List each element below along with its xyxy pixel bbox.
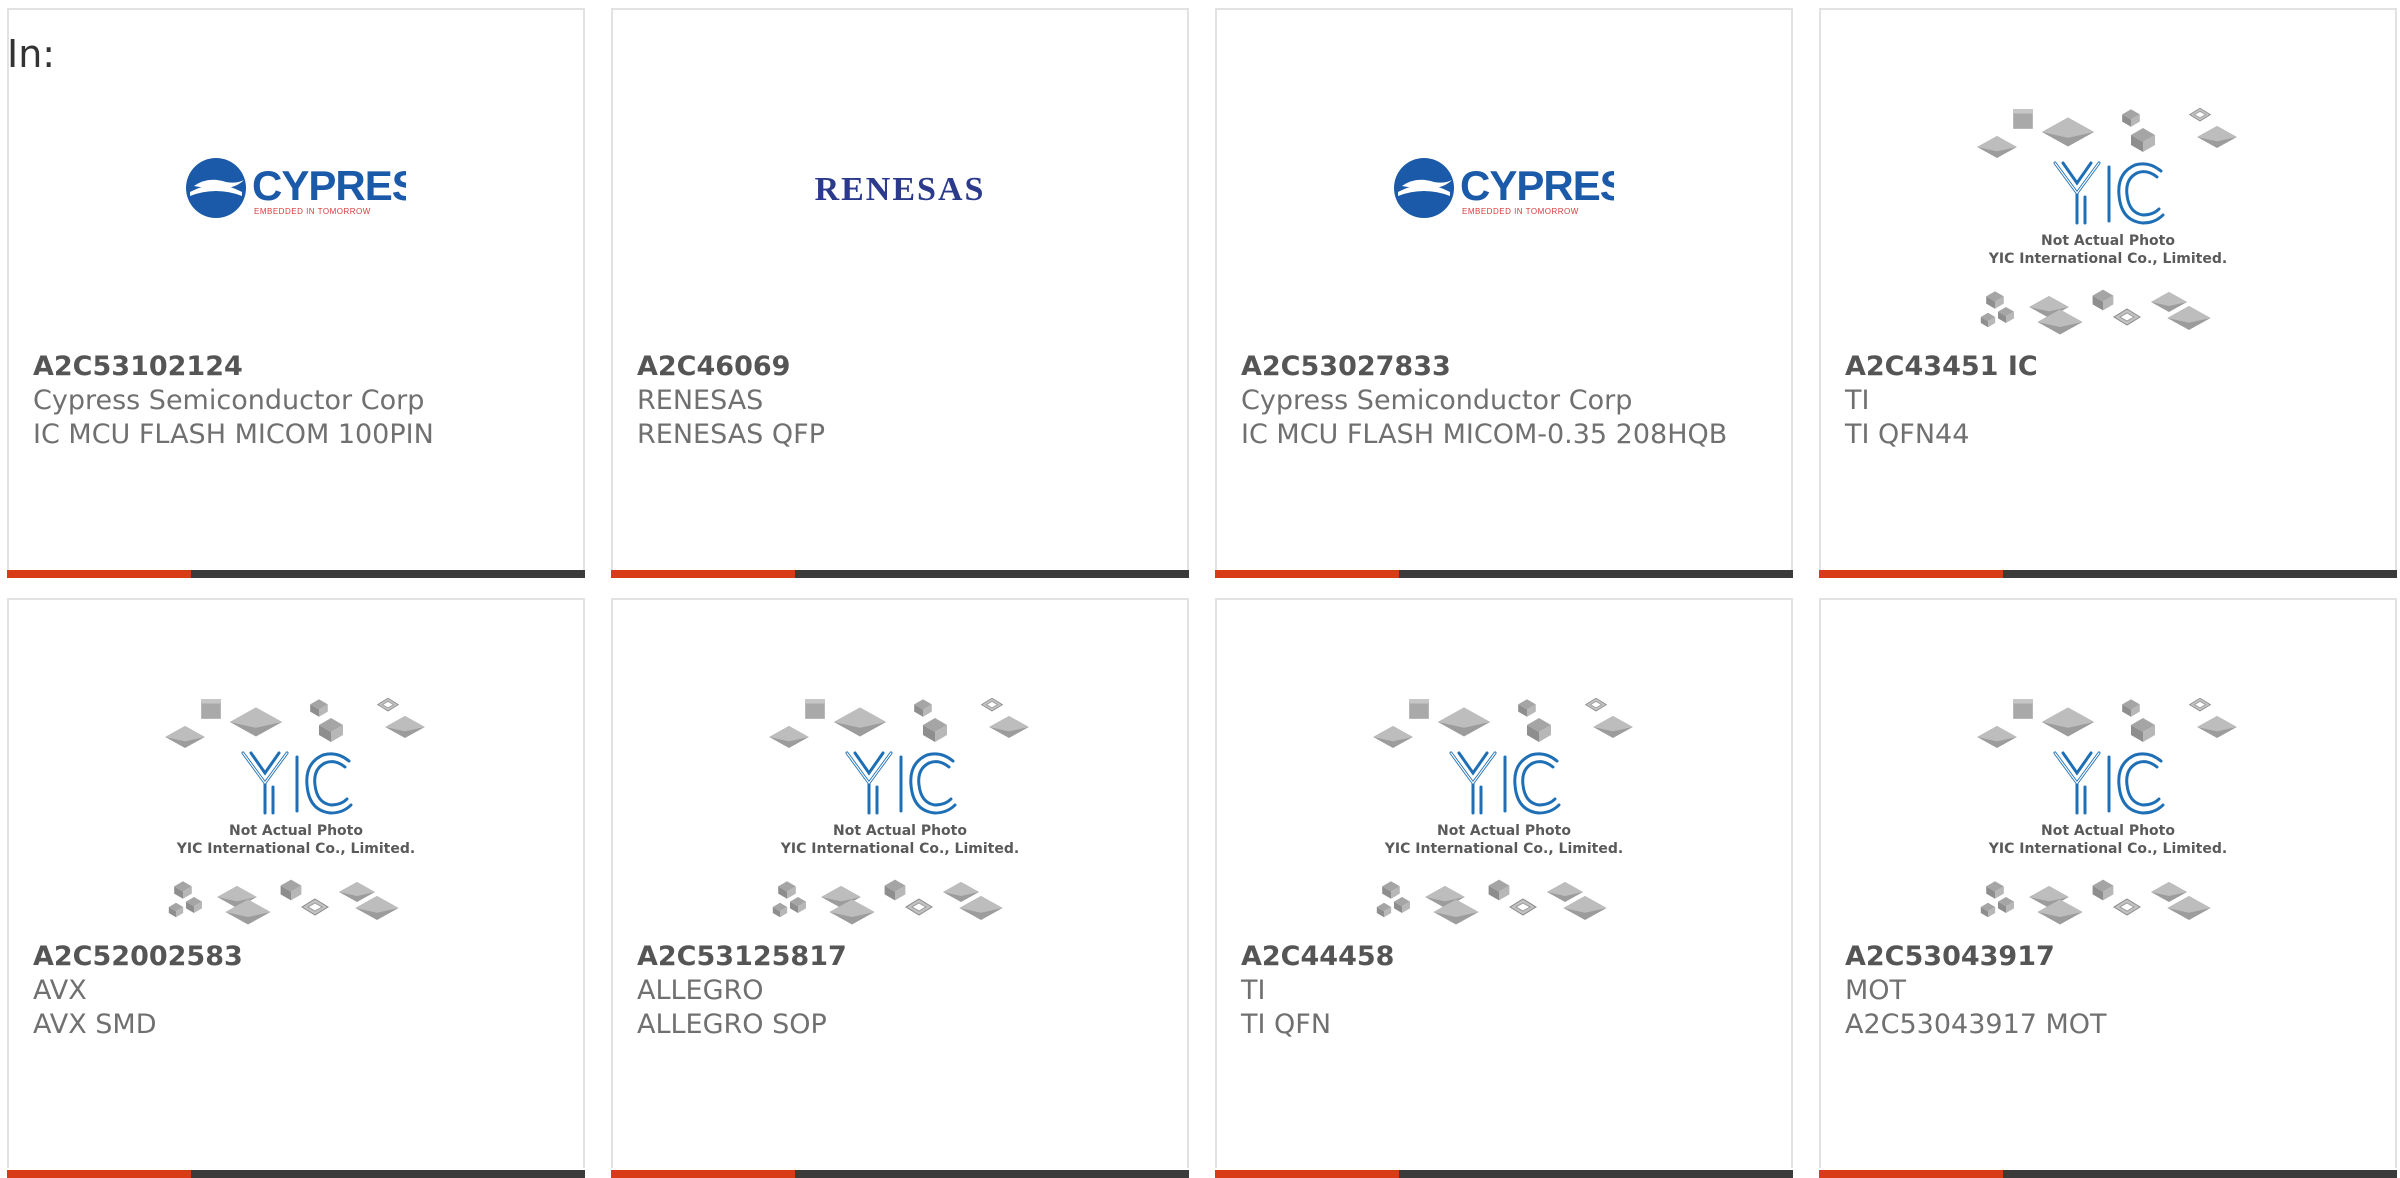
product-description: IC MCU FLASH MICOM-0.35 208HQB bbox=[1241, 419, 1728, 450]
renesas-brand-text: RENESAS bbox=[815, 171, 986, 208]
yic-placeholder-image: Not Actual Photo YIC International Co., … bbox=[9, 680, 583, 950]
renesas-logo: RENESAS bbox=[613, 100, 1187, 275]
card-footer-bar bbox=[7, 1170, 585, 1178]
card-footer-accent bbox=[7, 570, 191, 578]
yic-placeholder-icon: Not Actual Photo YIC International Co., … bbox=[769, 697, 1029, 925]
placeholder-caption-line2: YIC International Co., Limited. bbox=[1384, 841, 1623, 857]
placeholder-caption-line2: YIC International Co., Limited. bbox=[176, 841, 415, 857]
product-description: AVX SMD bbox=[33, 1009, 157, 1040]
card-footer-accent bbox=[1819, 1170, 2003, 1178]
product-part-number[interactable]: A2C44458 bbox=[1241, 940, 1771, 974]
renesas-logo-icon: RENESAS bbox=[815, 171, 986, 208]
card-footer-accent bbox=[611, 1170, 795, 1178]
product-manufacturer: Cypress Semiconductor Corp bbox=[33, 385, 425, 416]
product-part-number[interactable]: A2C53043917 bbox=[1845, 940, 2375, 974]
product-info: A2C52002583 AVX AVX SMD bbox=[33, 940, 563, 1042]
product-description: A2C53043917 MOT bbox=[1845, 1009, 2107, 1040]
filter-prefix-label: In: bbox=[7, 32, 56, 76]
card-footer-bar bbox=[1819, 570, 2397, 578]
product-description: TI QFN bbox=[1241, 1009, 1332, 1040]
product-info: A2C43451 IC TI TI QFN44 bbox=[1845, 350, 2375, 452]
yic-placeholder-image: Not Actual Photo YIC International Co., … bbox=[613, 680, 1187, 950]
cypress-tagline-text: EMBEDDED IN TOMORROW bbox=[254, 207, 371, 216]
product-part-number[interactable]: A2C53125817 bbox=[637, 940, 1167, 974]
placeholder-caption-line1: Not Actual Photo bbox=[1437, 823, 1571, 839]
product-description: TI QFN44 bbox=[1845, 419, 1970, 450]
product-manufacturer: TI bbox=[1845, 385, 1870, 416]
yic-placeholder-icon: Not Actual Photo YIC International Co., … bbox=[165, 697, 425, 925]
yic-logo-icon bbox=[241, 751, 353, 815]
placeholder-caption-line1: Not Actual Photo bbox=[833, 823, 967, 839]
placeholder-caption-line1: Not Actual Photo bbox=[229, 823, 363, 839]
product-card[interactable]: Not Actual Photo YIC International Co., … bbox=[1215, 598, 1793, 1178]
card-footer-accent bbox=[1215, 1170, 1399, 1178]
product-card[interactable]: Not Actual Photo YIC International Co., … bbox=[1819, 598, 2397, 1178]
placeholder-caption-line2: YIC International Co., Limited. bbox=[780, 841, 1019, 857]
product-card[interactable]: Not Actual Photo YIC International Co., … bbox=[7, 598, 585, 1178]
card-footer-accent bbox=[1819, 570, 2003, 578]
yic-placeholder-icon: Not Actual Photo YIC International Co., … bbox=[1977, 107, 2237, 335]
product-card[interactable]: Not Actual Photo YIC International Co., … bbox=[1819, 8, 2397, 578]
card-footer-bar bbox=[1215, 1170, 1793, 1178]
placeholder-caption-line1: Not Actual Photo bbox=[2041, 823, 2175, 839]
yic-logo-icon bbox=[1449, 751, 1561, 815]
card-footer-accent bbox=[611, 570, 795, 578]
product-part-number[interactable]: A2C53027833 bbox=[1241, 350, 1771, 384]
product-description: ALLEGRO SOP bbox=[637, 1009, 827, 1040]
card-footer-accent bbox=[1215, 570, 1399, 578]
placeholder-caption-line2: YIC International Co., Limited. bbox=[1988, 251, 2227, 267]
product-part-number[interactable]: A2C46069 bbox=[637, 350, 1167, 384]
cypress-tagline-text: EMBEDDED IN TOMORROW bbox=[1462, 207, 1579, 216]
product-card[interactable]: RENESAS A2C46069 RENESAS RENESAS QFP bbox=[611, 8, 1189, 578]
product-info: A2C53125817 ALLEGRO ALLEGRO SOP bbox=[637, 940, 1167, 1042]
cypress-brand-text: CYPRESS bbox=[252, 162, 406, 209]
card-footer-bar bbox=[7, 570, 585, 578]
yic-placeholder-image: Not Actual Photo YIC International Co., … bbox=[1821, 90, 2395, 360]
yic-placeholder-image: Not Actual Photo YIC International Co., … bbox=[1821, 680, 2395, 950]
product-description: RENESAS QFP bbox=[637, 419, 825, 450]
product-info: A2C53043917 MOT A2C53043917 MOT bbox=[1845, 940, 2375, 1042]
product-manufacturer: ALLEGRO bbox=[637, 975, 764, 1006]
card-footer-bar bbox=[611, 570, 1189, 578]
card-footer-bar bbox=[1819, 1170, 2397, 1178]
placeholder-caption-line2: YIC International Co., Limited. bbox=[1988, 841, 2227, 857]
cypress-logo-icon: CYPRESS EMBEDDED IN TOMORROW bbox=[1394, 157, 1614, 218]
product-manufacturer: AVX bbox=[33, 975, 87, 1006]
product-card[interactable]: CYPRESS EMBEDDED IN TOMORROW A2C53027833… bbox=[1215, 8, 1793, 578]
product-part-number[interactable]: A2C53102124 bbox=[33, 350, 563, 384]
yic-logo-icon bbox=[845, 751, 957, 815]
yic-logo-icon bbox=[2053, 161, 2165, 225]
placeholder-caption-line1: Not Actual Photo bbox=[2041, 233, 2175, 249]
product-info: A2C44458 TI TI QFN bbox=[1241, 940, 1771, 1042]
cypress-logo: CYPRESS EMBEDDED IN TOMORROW bbox=[9, 100, 583, 275]
yic-logo-icon bbox=[2053, 751, 2165, 815]
cypress-logo-icon: CYPRESS EMBEDDED IN TOMORROW bbox=[186, 157, 406, 218]
product-grid: CYPRESS EMBEDDED IN TOMORROW A2C53102124… bbox=[7, 8, 2400, 1178]
yic-placeholder-icon: Not Actual Photo YIC International Co., … bbox=[1977, 697, 2237, 925]
product-card[interactable]: Not Actual Photo YIC International Co., … bbox=[611, 598, 1189, 1178]
product-part-number[interactable]: A2C43451 IC bbox=[1845, 350, 2375, 384]
product-manufacturer: Cypress Semiconductor Corp bbox=[1241, 385, 1633, 416]
product-manufacturer: TI bbox=[1241, 975, 1266, 1006]
product-info: A2C53102124 Cypress Semiconductor Corp I… bbox=[33, 350, 563, 452]
yic-placeholder-icon: Not Actual Photo YIC International Co., … bbox=[1373, 697, 1633, 925]
card-footer-bar bbox=[1215, 570, 1793, 578]
card-footer-accent bbox=[7, 1170, 191, 1178]
product-manufacturer: RENESAS bbox=[637, 385, 764, 416]
product-card[interactable]: CYPRESS EMBEDDED IN TOMORROW A2C53102124… bbox=[7, 8, 585, 578]
cypress-logo: CYPRESS EMBEDDED IN TOMORROW bbox=[1217, 100, 1791, 275]
product-info: A2C53027833 Cypress Semiconductor Corp I… bbox=[1241, 350, 1771, 452]
product-part-number[interactable]: A2C52002583 bbox=[33, 940, 563, 974]
yic-placeholder-image: Not Actual Photo YIC International Co., … bbox=[1217, 680, 1791, 950]
product-description: IC MCU FLASH MICOM 100PIN bbox=[33, 419, 434, 450]
cypress-brand-text: CYPRESS bbox=[1460, 162, 1614, 209]
product-info: A2C46069 RENESAS RENESAS QFP bbox=[637, 350, 1167, 452]
product-manufacturer: MOT bbox=[1845, 975, 1907, 1006]
card-footer-bar bbox=[611, 1170, 1189, 1178]
